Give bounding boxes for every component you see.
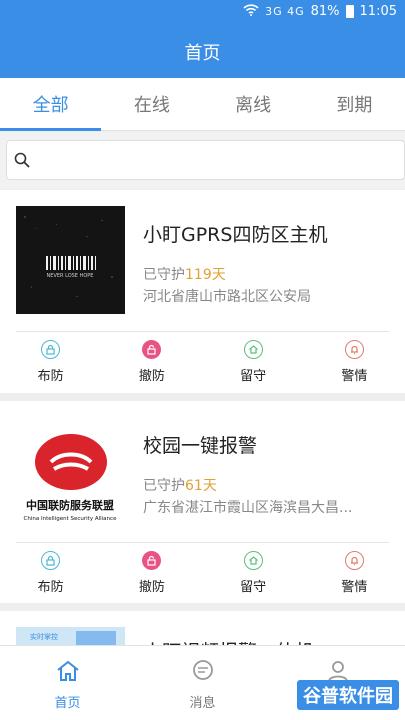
stay-label: 留守 [240, 580, 267, 595]
tab-offline[interactable]: 离线 [203, 78, 304, 130]
guard-days: 61天 [185, 478, 217, 494]
lock-icon [41, 340, 61, 359]
device-actions: 布防 撤防 留守 警情 [0, 332, 405, 392]
bell-icon [344, 551, 364, 570]
home-icon [243, 551, 263, 570]
disarm-button[interactable]: 撤防 [101, 543, 202, 603]
home-icon [243, 340, 263, 359]
device-card[interactable]: 中国联防服务联盟 China Intelligent Security Alli… [0, 401, 405, 603]
device-actions: 布防 撤防 留守 警情 [0, 543, 405, 603]
guard-duration: 已守护119天 [143, 264, 226, 284]
stay-button[interactable]: 留守 [203, 543, 304, 603]
message-icon [190, 658, 216, 688]
guard-prefix: 已守护 [143, 267, 185, 283]
app-header: 首页 [0, 26, 405, 78]
thumbnail-text: NEVER LOSE HOPE [47, 273, 94, 279]
bell-icon [344, 340, 364, 359]
device-address: 广东省湛江市霞山区海滨昌大昌... [143, 500, 353, 516]
guard-prefix: 已守护 [143, 478, 185, 494]
wifi-icon [243, 4, 259, 19]
stay-label: 留守 [240, 369, 267, 384]
alarm-button[interactable]: 警情 [304, 543, 405, 603]
thumbnail-subtext: China Intelligent Security Alliance [24, 516, 118, 522]
unlock-icon [142, 340, 162, 359]
filter-tabs: 全部 在线 离线 到期 [0, 78, 405, 131]
search-input[interactable] [37, 147, 397, 175]
signal-icon: 3G 4G [265, 5, 305, 18]
search-area [0, 132, 405, 189]
device-title: 校园一键报警 [143, 435, 258, 457]
page-title: 首页 [184, 43, 221, 64]
arm-button[interactable]: 布防 [0, 332, 101, 392]
clock: 11:05 [359, 4, 397, 19]
guard-days: 119天 [185, 267, 226, 283]
stay-button[interactable]: 留守 [203, 332, 304, 392]
disarm-button[interactable]: 撤防 [101, 332, 202, 392]
guard-duration: 已守护61天 [143, 475, 217, 495]
device-address: 河北省唐山市路北区公安局 [143, 289, 311, 305]
nav-home-label: 首页 [54, 696, 81, 711]
alarm-button[interactable]: 警情 [304, 332, 405, 392]
device-thumbnail: NEVER LOSE HOPE [16, 206, 125, 314]
alarm-label: 警情 [341, 580, 368, 595]
tab-online[interactable]: 在线 [101, 78, 202, 130]
search-box[interactable] [6, 140, 405, 180]
device-card[interactable]: NEVER LOSE HOPE 小盯GPRS四防区主机 已守护119天 河北省唐… [0, 190, 405, 393]
nav-home[interactable]: 首页 [0, 646, 135, 720]
device-title: 小盯GPRS四防区主机 [143, 224, 328, 246]
tab-expired[interactable]: 到期 [304, 78, 405, 130]
battery-percent: 81% [310, 4, 340, 19]
watermark: 谷普软件园 [297, 680, 399, 710]
device-thumbnail: 中国联防服务联盟 China Intelligent Security Alli… [16, 417, 125, 525]
disarm-label: 撤防 [138, 580, 165, 595]
lock-icon [41, 551, 61, 570]
thumbnail-text: 实时掌控 [30, 632, 58, 641]
disarm-label: 撤防 [138, 369, 165, 384]
search-icon [13, 151, 31, 169]
status-right: 3G 4G 81% 11:05 [243, 4, 397, 19]
alarm-label: 警情 [341, 369, 368, 384]
nav-messages-label: 消息 [189, 696, 216, 711]
arm-button[interactable]: 布防 [0, 543, 101, 603]
thumbnail-text: 中国联防服务联盟 [26, 498, 114, 512]
battery-icon [345, 5, 354, 18]
nav-messages[interactable]: 消息 [135, 646, 270, 720]
arm-label: 布防 [37, 580, 64, 595]
arm-label: 布防 [37, 369, 64, 384]
unlock-icon [142, 551, 162, 570]
home-icon [55, 658, 81, 688]
tab-all[interactable]: 全部 [0, 78, 102, 131]
status-bar: 3G 4G 81% 11:05 [0, 0, 405, 26]
